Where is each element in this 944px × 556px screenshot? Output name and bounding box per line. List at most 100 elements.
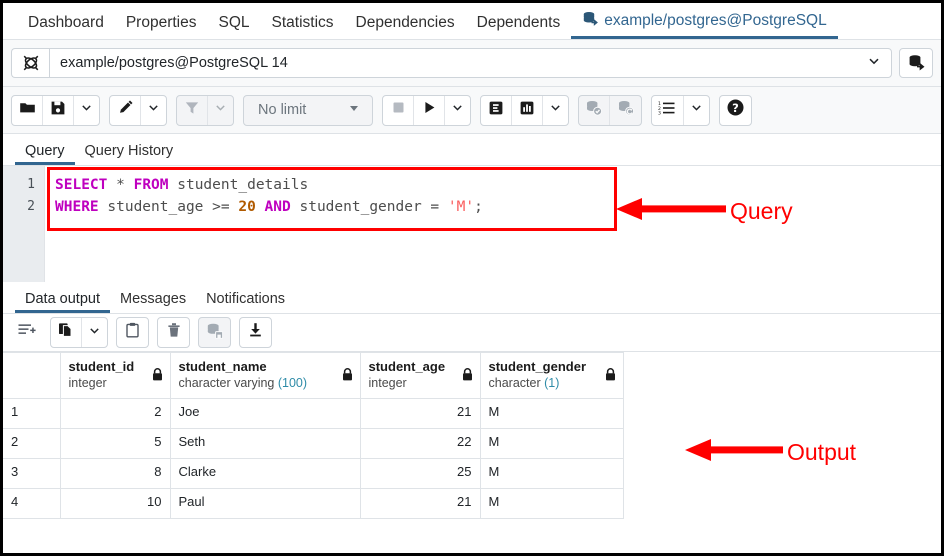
execute-button[interactable] <box>414 96 445 125</box>
row-limit-group: No limit <box>243 95 373 126</box>
add-row-button[interactable] <box>11 320 42 346</box>
tab-dependents[interactable]: Dependents <box>466 15 572 40</box>
data-output-toolbar <box>3 314 941 352</box>
cell-student_name[interactable]: Clarke <box>170 459 360 489</box>
tab-statistics[interactable]: Statistics <box>261 15 345 40</box>
cell-student_id[interactable]: 10 <box>60 489 170 519</box>
sql-editor[interactable]: 1 2 SELECT * FROM student_detailsWHERE s… <box>3 166 941 282</box>
column-type-length: (1) <box>544 376 559 390</box>
tab-dashboard[interactable]: Dashboard <box>17 15 115 40</box>
tab-query[interactable]: Query <box>15 144 75 166</box>
column-header-student_name[interactable]: student_namecharacter varying (100) <box>170 353 360 399</box>
column-header-student_age[interactable]: student_ageinteger <box>360 353 480 399</box>
result-grid[interactable]: student_idintegerstudent_namecharacter v… <box>3 352 624 519</box>
download-csv-button[interactable] <box>240 318 271 347</box>
row-limit-value: No limit <box>258 102 306 118</box>
explain-analyze-button[interactable] <box>512 96 543 125</box>
cell-student_name[interactable]: Joe <box>170 399 360 429</box>
sql-token: ; <box>474 199 483 215</box>
save-file-button[interactable] <box>43 96 74 125</box>
cell-student_gender[interactable]: M <box>480 489 623 519</box>
column-header-type: integer <box>369 375 472 391</box>
column-header-student_gender[interactable]: student_gendercharacter (1) <box>480 353 623 399</box>
sql-code-text[interactable]: SELECT * FROM student_detailsWHERE stude… <box>45 166 941 282</box>
cell-student_age[interactable]: 21 <box>360 489 480 519</box>
cell-student_id[interactable]: 5 <box>60 429 170 459</box>
sql-token: FROM <box>134 177 169 193</box>
column-header-name: student_id <box>69 359 162 375</box>
copy-options-button[interactable] <box>82 318 107 347</box>
copy-button[interactable] <box>51 318 82 347</box>
tab-query-tool-label: example/postgres@PostgreSQL <box>604 13 827 29</box>
filter-icon <box>184 100 200 121</box>
explain-options-button[interactable] <box>543 96 568 125</box>
commit-icon <box>585 99 603 122</box>
numbered-list-icon: 1 2 3 <box>658 100 677 121</box>
cell-student_age[interactable]: 21 <box>360 399 480 429</box>
rollback-button[interactable] <box>610 96 641 125</box>
open-file-button[interactable] <box>12 96 43 125</box>
save-file-options-button[interactable] <box>74 96 99 125</box>
cell-student_age[interactable]: 22 <box>360 429 480 459</box>
row-number-cell: 3 <box>3 459 60 489</box>
query-tab-bar: Query Query History <box>3 134 941 166</box>
cell-student_id[interactable]: 2 <box>60 399 170 429</box>
macros-button[interactable]: 1 2 3 <box>652 96 684 125</box>
commit-button[interactable] <box>579 96 610 125</box>
sql-token: SELECT <box>55 177 107 193</box>
table-row[interactable]: 410Paul21M <box>3 489 623 519</box>
save-data-changes-button[interactable] <box>199 318 230 347</box>
result-grid-header-row: student_idintegerstudent_namecharacter v… <box>3 353 623 399</box>
connection-select[interactable]: example/postgres@PostgreSQL 14 <box>49 48 892 78</box>
new-connection-button[interactable] <box>899 48 933 78</box>
cell-student_name[interactable]: Paul <box>170 489 360 519</box>
table-row[interactable]: 12Joe21M <box>3 399 623 429</box>
tab-properties[interactable]: Properties <box>115 15 208 40</box>
table-row[interactable]: 38Clarke25M <box>3 459 623 489</box>
cell-student_name[interactable]: Seth <box>170 429 360 459</box>
chevron-down-icon <box>867 54 881 72</box>
chevron-down-icon <box>147 101 160 119</box>
column-header-type: character varying (100) <box>179 375 352 391</box>
cell-student_gender[interactable]: M <box>480 459 623 489</box>
play-icon <box>422 100 437 120</box>
filter-button[interactable] <box>177 96 208 125</box>
filter-options-button[interactable] <box>208 96 233 125</box>
sql-token: * <box>107 177 133 193</box>
execute-button-group <box>382 95 471 126</box>
tab-notifications[interactable]: Notifications <box>196 292 295 314</box>
edit-options-button[interactable] <box>141 96 166 125</box>
copy-icon <box>58 322 74 343</box>
column-header-type: integer <box>69 375 162 391</box>
chevron-down-icon <box>88 324 101 342</box>
execute-options-button[interactable] <box>445 96 470 125</box>
delete-button[interactable] <box>158 318 189 347</box>
tab-sql[interactable]: SQL <box>207 15 260 40</box>
cell-student_age[interactable]: 25 <box>360 459 480 489</box>
cell-student_gender[interactable]: M <box>480 429 623 459</box>
connection-bar: example/postgres@PostgreSQL 14 <box>3 40 941 87</box>
tab-messages[interactable]: Messages <box>110 292 196 314</box>
column-header-name: student_age <box>369 359 472 375</box>
sql-code-line: WHERE student_age >= 20 AND student_gend… <box>55 196 941 218</box>
stop-button[interactable] <box>383 96 414 125</box>
help-button[interactable]: ? <box>720 96 751 125</box>
paste-button[interactable] <box>117 318 148 347</box>
cell-student_gender[interactable]: M <box>480 399 623 429</box>
lock-icon <box>605 368 616 384</box>
sql-token <box>256 199 265 215</box>
edit-button[interactable] <box>110 96 141 125</box>
sql-token: student_gender = <box>291 199 448 215</box>
download-icon <box>248 322 263 343</box>
macros-options-button[interactable] <box>684 96 709 125</box>
tab-data-output[interactable]: Data output <box>15 292 110 314</box>
tab-query-tool-session[interactable]: example/postgres@PostgreSQL <box>571 11 838 40</box>
tab-query-history[interactable]: Query History <box>75 144 184 166</box>
table-row[interactable]: 25Seth22M <box>3 429 623 459</box>
column-header-student_id[interactable]: student_idinteger <box>60 353 170 399</box>
tab-dependencies[interactable]: Dependencies <box>345 15 466 40</box>
cell-student_id[interactable]: 8 <box>60 459 170 489</box>
explain-button[interactable] <box>481 96 512 125</box>
row-limit-select[interactable]: No limit <box>244 96 372 125</box>
pgadmin-query-tool-window: Dashboard Properties SQL Statistics Depe… <box>0 0 944 556</box>
